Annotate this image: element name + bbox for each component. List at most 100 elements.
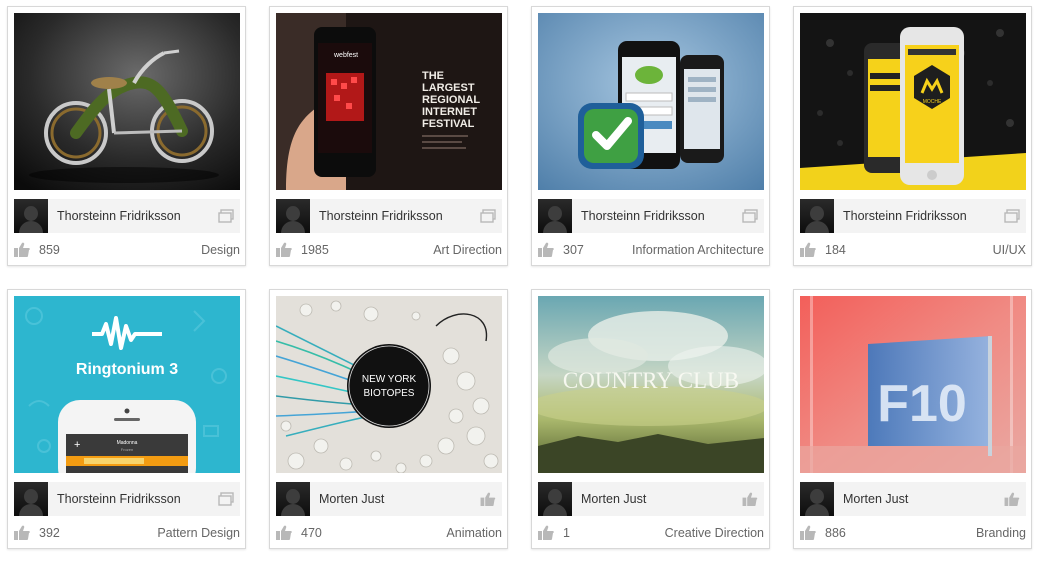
card-meta: 470 Animation: [276, 524, 502, 542]
avatar[interactable]: [14, 199, 48, 233]
country-club-title: COUNTRY CLUB: [563, 368, 739, 393]
author-name[interactable]: Thorsteinn Fridriksson: [843, 209, 967, 223]
project-card[interactable]: Thorsteinn Fridriksson 307 Information A…: [531, 6, 770, 266]
category-label[interactable]: Information Architecture: [632, 243, 764, 257]
like-count: 184: [825, 243, 846, 257]
svg-text:INTERNET: INTERNET: [422, 106, 477, 118]
project-thumbnail[interactable]: NEW YORK BIOTOPES: [276, 296, 502, 473]
biotopes-artwork: NEW YORK BIOTOPES: [276, 296, 502, 473]
yellow-phone-app: MOCHE: [800, 13, 1026, 190]
gallery-icon: [742, 209, 758, 223]
card-meta: 1 Creative Direction: [538, 524, 764, 542]
thumbs-up-icon[interactable]: [276, 242, 292, 257]
category-label[interactable]: Design: [201, 243, 240, 257]
like-count: 1985: [301, 243, 329, 257]
like-count: 1: [563, 526, 570, 540]
project-grid: Thorsteinn Fridriksson 859 Design webfes…: [0, 0, 1046, 562]
thumbs-up-icon[interactable]: [14, 525, 30, 540]
card-meta: 886 Branding: [800, 524, 1026, 542]
checkmark-app-phones: [538, 13, 764, 190]
like-count: 470: [301, 526, 322, 540]
project-thumbnail[interactable]: F10: [800, 296, 1026, 473]
category-label[interactable]: Creative Direction: [665, 526, 764, 540]
project-thumbnail[interactable]: Ringtonium 3 Madonna Frozen +: [14, 296, 240, 473]
author-name[interactable]: Morten Just: [581, 492, 646, 506]
appreciate-icon[interactable]: [480, 492, 496, 506]
project-thumbnail[interactable]: COUNTRY CLUB: [538, 296, 764, 473]
author-bar[interactable]: Morten Just: [538, 482, 764, 516]
svg-text:LARGEST: LARGEST: [422, 82, 475, 94]
project-card[interactable]: F10 Morten Just 886 Branding: [793, 289, 1032, 549]
author-bar[interactable]: Thorsteinn Fridriksson: [276, 199, 502, 233]
moche-label: MOCHE: [923, 99, 942, 105]
author-name[interactable]: Thorsteinn Fridriksson: [57, 492, 181, 506]
biotopes-line1: NEW YORK: [362, 374, 417, 385]
webfest-logo: webfest: [333, 52, 358, 59]
avatar[interactable]: [538, 482, 572, 516]
author-bar[interactable]: Thorsteinn Fridriksson: [14, 199, 240, 233]
svg-text:REGIONAL: REGIONAL: [422, 94, 480, 106]
thumbs-up-icon[interactable]: [538, 525, 554, 540]
project-thumbnail[interactable]: webfest THE LARGEST REGIONAL INTERNET FE…: [276, 13, 502, 190]
avatar[interactable]: [14, 482, 48, 516]
category-label[interactable]: Art Direction: [433, 243, 502, 257]
avatar[interactable]: [276, 199, 310, 233]
appreciate-icon[interactable]: [1004, 492, 1020, 506]
f10-sign: F10: [877, 375, 967, 433]
webfest-phone-photo: webfest THE LARGEST REGIONAL INTERNET FE…: [276, 13, 502, 190]
like-count: 859: [39, 243, 60, 257]
author-bar[interactable]: Thorsteinn Fridriksson: [538, 199, 764, 233]
category-label[interactable]: Animation: [446, 526, 502, 540]
phone-artist: Frozen: [121, 447, 133, 452]
author-bar[interactable]: Thorsteinn Fridriksson: [800, 199, 1026, 233]
project-card[interactable]: Thorsteinn Fridriksson 859 Design: [7, 6, 246, 266]
card-meta: 859 Design: [14, 241, 240, 259]
like-count: 307: [563, 243, 584, 257]
thumbs-up-icon[interactable]: [800, 242, 816, 257]
author-name[interactable]: Morten Just: [319, 492, 384, 506]
thumbs-up-icon[interactable]: [276, 525, 292, 540]
author-bar[interactable]: Morten Just: [276, 482, 502, 516]
thumbs-up-icon[interactable]: [800, 525, 816, 540]
author-name[interactable]: Morten Just: [843, 492, 908, 506]
like-count: 886: [825, 526, 846, 540]
svg-text:FESTIVAL: FESTIVAL: [422, 118, 475, 130]
avatar[interactable]: [276, 482, 310, 516]
card-meta: 307 Information Architecture: [538, 241, 764, 259]
author-name[interactable]: Thorsteinn Fridriksson: [57, 209, 181, 223]
card-meta: 392 Pattern Design: [14, 524, 240, 542]
avatar[interactable]: [800, 199, 834, 233]
gallery-icon: [218, 209, 234, 223]
appreciate-icon[interactable]: [742, 492, 758, 506]
thumbs-up-icon[interactable]: [538, 242, 554, 257]
ringtonium-poster: Ringtonium 3 Madonna Frozen +: [14, 296, 240, 473]
project-card[interactable]: COUNTRY CLUB Morten Just 1 Creative Dire…: [531, 289, 770, 549]
project-thumbnail[interactable]: [14, 13, 240, 190]
gallery-icon: [1004, 209, 1020, 223]
author-name[interactable]: Thorsteinn Fridriksson: [319, 209, 443, 223]
avatar[interactable]: [800, 482, 834, 516]
project-thumbnail[interactable]: MOCHE: [800, 13, 1026, 190]
author-name[interactable]: Thorsteinn Fridriksson: [581, 209, 705, 223]
project-thumbnail[interactable]: [538, 13, 764, 190]
project-card[interactable]: NEW YORK BIOTOPES Morten Just 470 Animat…: [269, 289, 508, 549]
ringtonium-title: Ringtonium 3: [76, 361, 178, 378]
plus-icon: +: [74, 439, 80, 451]
gallery-icon: [218, 492, 234, 506]
author-bar[interactable]: Morten Just: [800, 482, 1026, 516]
thumbs-up-icon[interactable]: [14, 242, 30, 257]
gallery-icon: [480, 209, 496, 223]
category-label[interactable]: Pattern Design: [157, 526, 240, 540]
project-card[interactable]: Ringtonium 3 Madonna Frozen + Thorsteinn…: [7, 289, 246, 549]
category-label[interactable]: UI/UX: [993, 243, 1026, 257]
biotopes-line2: BIOTOPES: [364, 388, 415, 399]
f10-sign-photo: F10: [800, 296, 1026, 473]
category-label[interactable]: Branding: [976, 526, 1026, 540]
project-card[interactable]: webfest THE LARGEST REGIONAL INTERNET FE…: [269, 6, 508, 266]
avatar[interactable]: [538, 199, 572, 233]
author-bar[interactable]: Thorsteinn Fridriksson: [14, 482, 240, 516]
country-club-landscape: COUNTRY CLUB: [538, 296, 764, 473]
project-card[interactable]: MOCHE Thorsteinn Fridriksson 184 UI/UX: [793, 6, 1032, 266]
card-meta: 1985 Art Direction: [276, 241, 502, 259]
like-count: 392: [39, 526, 60, 540]
